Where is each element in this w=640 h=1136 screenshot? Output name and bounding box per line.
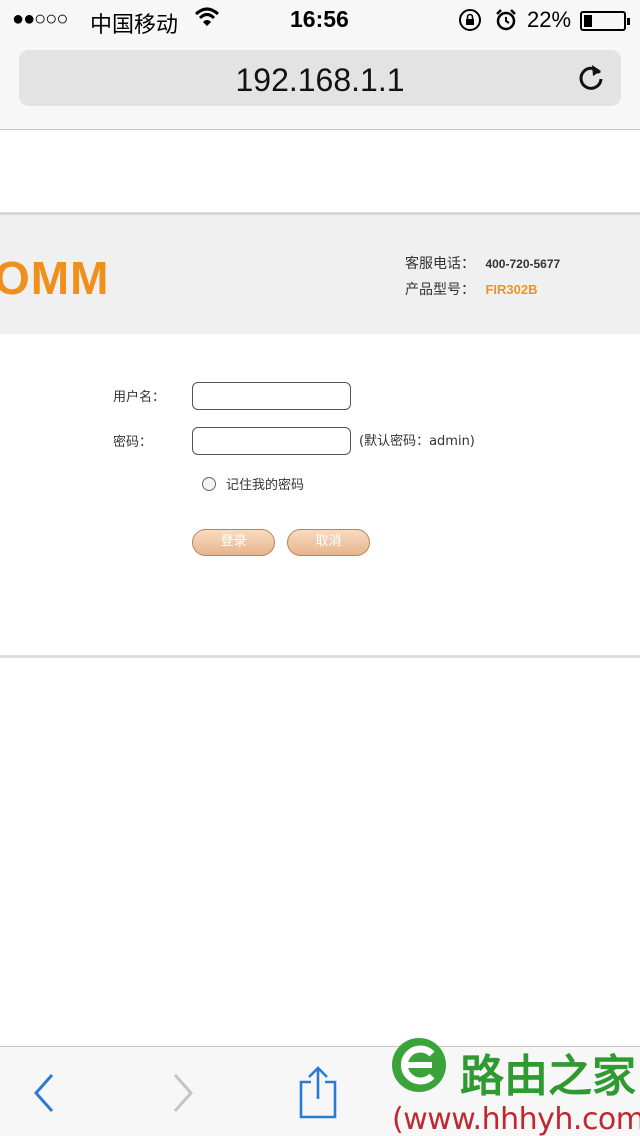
product-model: 产品型号： FIR302B <box>405 279 537 299</box>
password-label: 密码： <box>113 435 153 450</box>
wifi-icon <box>194 5 220 29</box>
signal-strength: ●●○○○ <box>12 8 68 30</box>
support-phone: 客服电话： 400-720-5677 <box>405 253 560 273</box>
address-bar[interactable]: 192.168.1.1 <box>19 50 621 106</box>
model-label: 产品型号： <box>405 282 475 298</box>
login-form: 用户名： 密码： (默认密码：admin) 记住我的密码 登录 取消 <box>0 334 640 658</box>
alarm-icon <box>494 8 518 32</box>
watermark-title: 路由之家 <box>460 1051 636 1102</box>
remember-password-option[interactable]: 记住我的密码 <box>202 474 304 493</box>
browser-toolbar: 192.168.1.1 <box>0 40 640 130</box>
cancel-button[interactable]: 取消 <box>287 529 370 556</box>
remember-label: 记住我的密码 <box>226 478 305 493</box>
router-header: OMM 客服电话： 400-720-5677 产品型号： FIR302B <box>0 212 640 334</box>
status-bar: ●●○○○ 中国移动 16:56 22% <box>0 0 640 40</box>
phone-value: 400-720-5677 <box>485 257 561 271</box>
rotation-lock-icon <box>458 8 482 32</box>
forward-icon[interactable] <box>163 1071 203 1115</box>
model-value: FIR302B <box>485 282 538 297</box>
watermark-logo-icon <box>392 1038 446 1092</box>
clock: 16:56 <box>290 6 349 32</box>
login-button[interactable]: 登录 <box>192 529 275 556</box>
username-label: 用户名： <box>113 390 166 405</box>
username-input[interactable] <box>192 382 351 410</box>
password-input[interactable] <box>192 427 351 455</box>
url-text[interactable]: 192.168.1.1 <box>19 62 621 99</box>
battery-icon <box>580 11 630 31</box>
battery-percentage: 22% <box>527 7 572 32</box>
password-hint: (默认密码：admin) <box>359 434 475 449</box>
carrier-name: 中国移动 <box>90 13 179 38</box>
back-icon[interactable] <box>26 1071 66 1115</box>
page: ●●○○○ 中国移动 16:56 22% 192.168.1.1 OMM 客服电… <box>0 0 640 1136</box>
remember-radio[interactable] <box>202 477 216 491</box>
reload-icon[interactable] <box>575 62 607 94</box>
watermark-url: (www.hhhyh.com) <box>392 1102 640 1136</box>
brand-logo: OMM <box>0 252 110 304</box>
share-icon[interactable] <box>298 1065 338 1119</box>
site-watermark: 路由之家 (www.hhhyh.com) <box>388 1034 640 1136</box>
phone-label: 客服电话： <box>405 256 475 272</box>
battery-level <box>584 15 592 27</box>
